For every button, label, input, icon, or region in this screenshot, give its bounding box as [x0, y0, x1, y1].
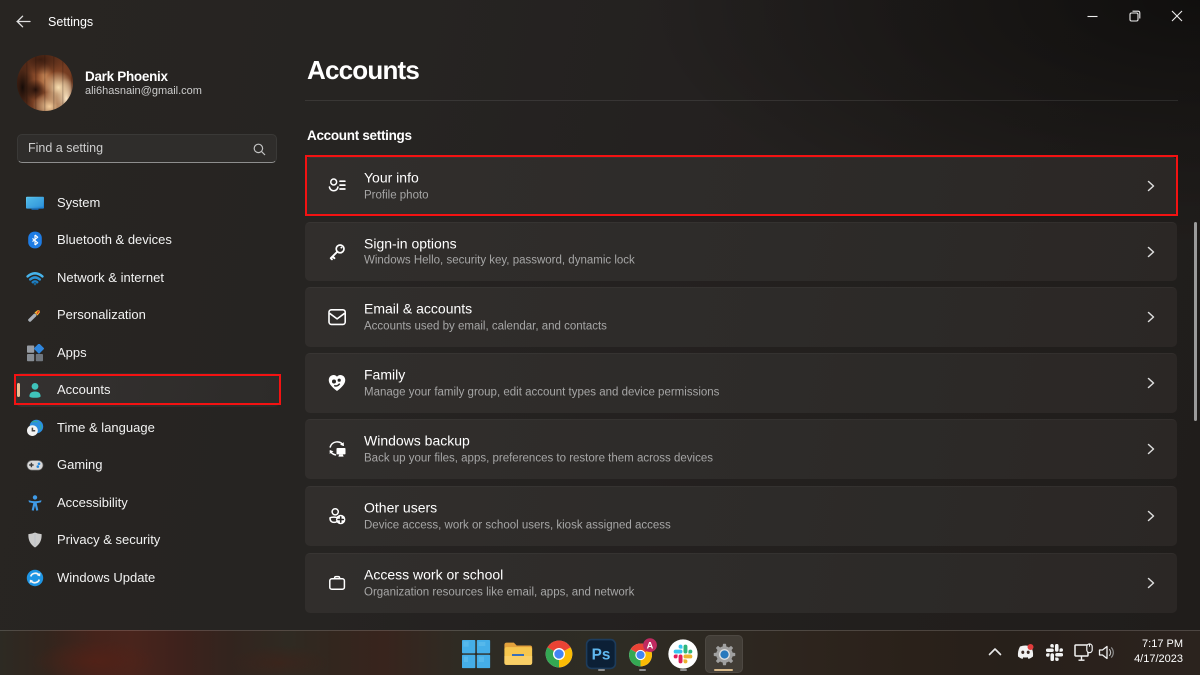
svg-text:Ps: Ps: [592, 647, 611, 664]
svg-text:A: A: [647, 641, 654, 651]
